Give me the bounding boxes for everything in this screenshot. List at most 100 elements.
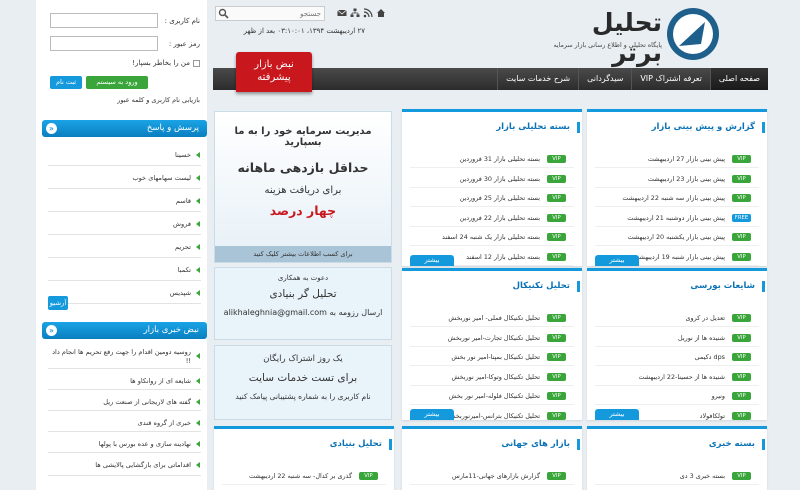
panel-row-text: بسته تحلیلی بازار 31 فروردین [459, 155, 540, 163]
panel-row[interactable]: VIP بسته تحلیلی بازار 22 فروردین [410, 209, 574, 227]
panel-row[interactable]: VIP تحلیل تکنیکال تجارت-امیر نوربخش [410, 329, 574, 347]
sidebar-list-item[interactable]: روسیه دومین اقدام را جهت رفع تحریم ها ان… [48, 347, 201, 369]
password-input[interactable] [50, 36, 158, 51]
sidebar-list-item[interactable]: گفته های لاریجانی از صنعت ریل [48, 393, 201, 411]
sidebar-item-label: خبری از گروه قندی [137, 419, 191, 427]
logo-icon[interactable] [665, 6, 721, 62]
panel-row[interactable]: VIP شنیده ها از حسینا-22 اردیبهشت [595, 368, 759, 386]
remember-checkbox[interactable] [193, 59, 200, 67]
more-button[interactable]: بیشتر [410, 409, 454, 420]
register-button[interactable]: ثبت نام [50, 76, 82, 89]
panel-row[interactable]: VIP تحلیل تکنیکال بمپنا-امیر نور بخش [410, 348, 574, 366]
archive-button[interactable]: آرشیو [48, 296, 68, 310]
home-icon[interactable] [376, 8, 386, 18]
banner1-line3: برای دریافت هزینه [264, 185, 342, 196]
more-button[interactable]: بیشتر [595, 255, 639, 266]
ribbon-line1: نبض بازار [254, 59, 294, 70]
panel-row-text: تحلیل تکنیکال بمپنا-امیر نور بخش [451, 353, 540, 361]
panel-row[interactable]: VIP پیش بینی بازار یکشنبه 20 اردیبهشت [595, 228, 759, 246]
panel-title[interactable]: تحلیل تکنیکال [513, 281, 580, 292]
search-input[interactable] [230, 7, 324, 20]
panel-title[interactable]: بازار های جهانی [501, 439, 580, 450]
panel-row[interactable]: VIP گزارش بازارهای جهانی-11مارس [410, 467, 574, 485]
panel-row[interactable]: VIP شنیده ها از نوریل [595, 329, 759, 347]
panel-row-text: بسته تحلیلی بازار 25 فروردین [459, 194, 540, 202]
panel-row[interactable]: VIP بسته تحلیلی بازار 31 فروردین [410, 150, 574, 168]
nav-services[interactable]: شرح خدمات سایت [497, 68, 578, 90]
panel-row-text: تحلیل تکنیکال فلوله-امیر نور بخش [448, 392, 540, 400]
sidebar-list-item[interactable]: تکمبا [48, 261, 201, 281]
title-marker [577, 439, 580, 450]
double-chevron-icon[interactable]: « [46, 123, 57, 134]
header-icons [337, 8, 386, 18]
panel-row-text: بسته تحلیلی بازار 22 فروردین [459, 213, 540, 222]
panel-row[interactable]: VIP تحلیل تکنیکال فملی- امیر نوربخش [410, 309, 574, 327]
panel-row[interactable]: VIP بسته تحلیلی بازار 25 فروردین [410, 189, 574, 207]
double-chevron-icon[interactable]: « [46, 325, 57, 336]
contact-email[interactable]: alikhaleghnia@gmail.com [224, 308, 327, 317]
mail-icon[interactable] [337, 8, 347, 18]
panel-title[interactable]: شایعات بورسی [690, 281, 765, 292]
brand-name[interactable]: تحلیل برتر [560, 8, 662, 68]
login-button[interactable]: ورود به سیستم [86, 76, 148, 89]
recover-link[interactable]: بازیابی نام کاربری و کلمه عبور [50, 96, 200, 104]
investment-banner[interactable]: مدیریت سرمایه خود را به ما بسپارید حداقل… [214, 111, 392, 263]
nav-home[interactable]: صفحه اصلی [709, 68, 768, 90]
sidebar-list-item[interactable]: تحریم [48, 238, 201, 258]
panel-row[interactable]: VIP پیش بینی بازار 23 اردیبهشت [595, 170, 759, 188]
sidebar-item-label: لیست سهامهای خوب [132, 174, 191, 182]
current-datetime: ۲۷ اردیبهشت ۱۳۹۴، ۰۳:۱۰:۰۱ بعد از ظهر [243, 27, 365, 35]
panel-row[interactable]: VIP بسته خبری 3 دی [595, 467, 759, 485]
username-label: نام کاربری : [164, 16, 200, 25]
more-button[interactable]: بیشتر [410, 255, 454, 266]
panel-row[interactable]: VIP تحلیل تکنیکال فلوله-امیر نور بخش [410, 387, 574, 405]
panel-title[interactable]: بسته تحلیلی بازار [496, 122, 580, 133]
banner1-footer: برای کسب اطلاعات بیشتر کلیک کنید [215, 246, 391, 262]
sidebar-list-item[interactable]: اقداماتی برای بازگشایی پالایشی ها [48, 456, 201, 476]
panel-row-text: dps دکیمی [694, 353, 725, 361]
panel-title[interactable]: تحلیل بنیادی [330, 439, 392, 450]
panel-row[interactable]: VIP بسته تحلیلی بازار 30 فروردین [410, 170, 574, 188]
access-badge: VIP [732, 233, 751, 241]
panel-market-forecast: گزارش و پیش بینی بازار VIP پیش بینی بازار … [587, 109, 767, 266]
more-button[interactable]: بیشتر [595, 409, 639, 420]
sidebar-list-item[interactable]: فروش [48, 215, 201, 235]
sidebar-list-item[interactable]: لیست سهامهای خوب [48, 169, 201, 189]
market-pulse-ribbon[interactable]: نبض بازار پیشرفته [236, 52, 312, 92]
sidebar-list-item[interactable]: نهادینه سازی و عده بورس با پولها [48, 435, 201, 453]
nav-vip-pricing[interactable]: تعرفه اشتراک VIP [631, 68, 710, 90]
rss-icon[interactable] [363, 8, 373, 18]
access-badge: FREE [732, 213, 751, 222]
sitemap-icon[interactable] [350, 8, 360, 18]
sidebar-list-item[interactable]: خسینا [48, 146, 201, 166]
panel-row[interactable]: VIP گذری بر کدال- سه شنبه 22 اردیبهشت [222, 467, 386, 485]
panel-row[interactable]: VIP dps دکیمی [595, 348, 759, 366]
panel-row[interactable]: VIP تحلیل تکنیکال وتوکا-امیر نوربخش [410, 368, 574, 386]
panel-row[interactable]: VIP بسته تحلیلی بازار یک شنبه 24 اسفند [410, 228, 574, 246]
panel-market-package: بسته تحلیلی بازار VIP بسته تحلیلی بازار 31… [402, 109, 582, 266]
panel-row[interactable]: VIP پیش بینی بازار 27 اردیبهشت [595, 150, 759, 168]
panel-row-text: پیش بینی بازار 23 اردیبهشت [647, 174, 725, 183]
panel-row-text: تولکافولاد [699, 411, 725, 420]
panel-row[interactable]: VIP پیش بینی بازار سه شنبه 22 اردیبهشت [595, 189, 759, 207]
sidebar-list-item[interactable]: شایعه ای از روانکاو ها [48, 372, 201, 390]
sidebar-list-item[interactable]: خبری از گروه قندی [48, 414, 201, 432]
panel-row-text: پیش بینی بازار دوشنبه 21 اردیبهشت [627, 213, 725, 222]
panel-title[interactable]: بسته خبری [709, 439, 765, 450]
panel-row[interactable]: VIP ونیرو [595, 387, 759, 405]
panel-row[interactable]: VIP تعدیل در کروی [595, 309, 759, 327]
username-input[interactable] [50, 13, 158, 28]
trial-banner[interactable]: یک روز اشتراک رایگان برای تست خدمات سایت… [214, 345, 392, 420]
nav-fund-management[interactable]: سیدگردانی [578, 68, 631, 90]
sidebar-list-item[interactable]: قاسم [48, 192, 201, 212]
panel-title-text: شایعات بورسی [690, 281, 755, 291]
search-icon[interactable] [218, 8, 229, 19]
arrow-icon [196, 353, 200, 359]
panel-row-text: تحلیل تکنیکال تجارت-امیر نوربخش [447, 333, 540, 342]
sidebar-item-label: روسیه دومین اقدام را جهت رفع تحریم ها ان… [52, 348, 191, 365]
panel-title[interactable]: گزارش و پیش بینی بازار [652, 122, 765, 133]
sidebar-list-item[interactable]: شپدیس [48, 284, 201, 304]
job-banner[interactable]: دعوت به همکاری تحلیل گر بنیادی ارسال رزو… [214, 267, 392, 340]
panel-row[interactable]: FREE پیش بینی بازار دوشنبه 21 اردیبهشت [595, 209, 759, 227]
panel-row-text: گذری بر کدال- سه شنبه 22 اردیبهشت [248, 472, 352, 480]
